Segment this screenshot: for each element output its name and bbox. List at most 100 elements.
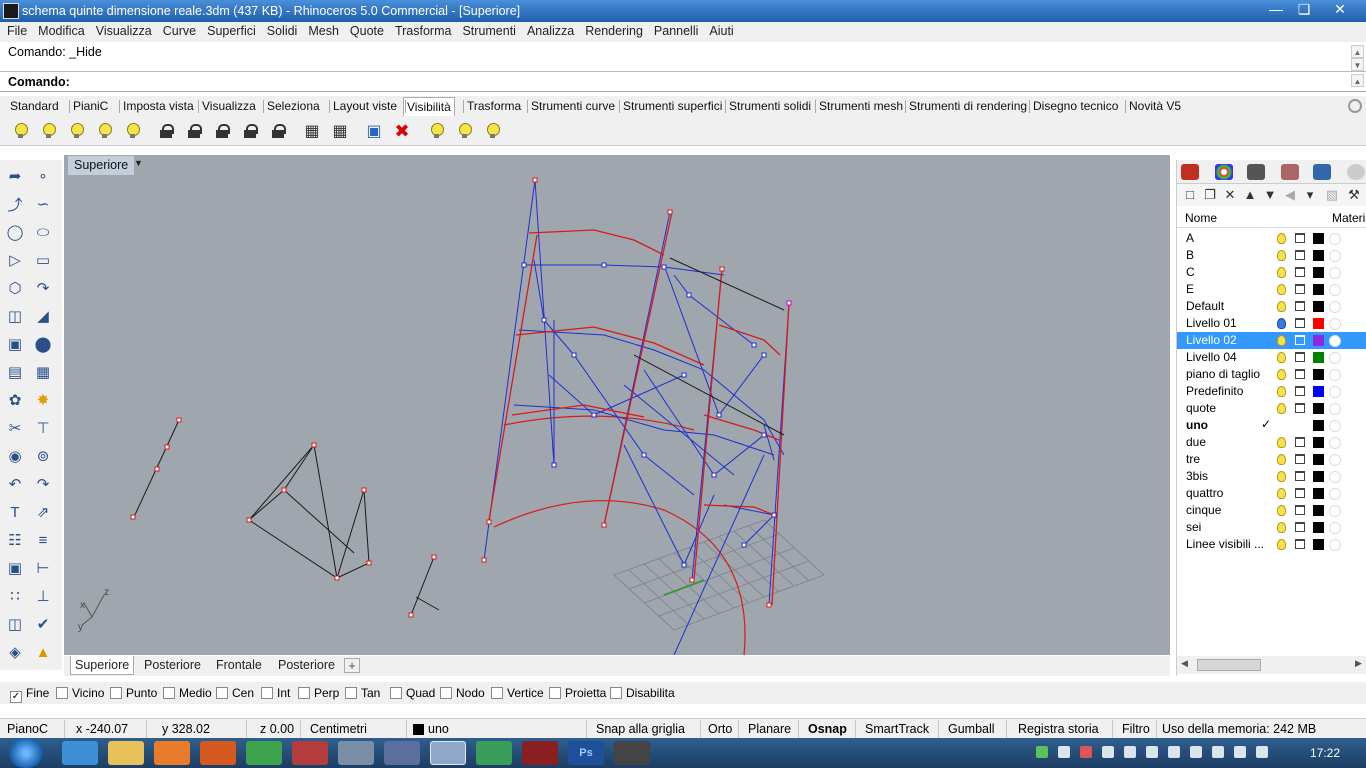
rectangle-tool[interactable]: ▭ <box>31 248 55 272</box>
window-taskbar-icon[interactable] <box>614 741 650 765</box>
layer-row[interactable]: due <box>1177 434 1366 451</box>
scroll-left-icon[interactable]: ◀ <box>1181 658 1188 669</box>
cplane-status[interactable]: PianoC <box>7 722 48 736</box>
wrench-icon[interactable]: ⚒ <box>1347 188 1361 202</box>
autocad-taskbar-icon[interactable] <box>522 741 558 765</box>
osnap-punto[interactable]: Punto <box>110 686 157 700</box>
tray-icon[interactable] <box>1080 746 1092 758</box>
layer-row[interactable]: uno ✓ <box>1177 417 1366 434</box>
layer-visible-bulb-icon[interactable] <box>1277 522 1286 533</box>
toolbar-tab-standard[interactable]: Standard <box>10 99 59 113</box>
bluetooth-icon[interactable] <box>1168 746 1180 758</box>
toolbar-tab-trasforma[interactable]: Trasforma <box>467 99 521 113</box>
toolbar-tab-seleziona[interactable]: Seleziona <box>267 99 320 113</box>
osnap-checkbox[interactable] <box>390 687 402 699</box>
layer-unlocked-icon[interactable] <box>1295 352 1305 362</box>
delete-layer-icon[interactable]: ✕ <box>1223 188 1237 202</box>
layer-unlocked-icon[interactable] <box>1295 335 1305 345</box>
menu-file[interactable]: File <box>0 22 31 38</box>
tray-icon[interactable] <box>1124 746 1136 758</box>
layer-unlocked-icon[interactable] <box>1295 539 1305 549</box>
layer-visible-bulb-icon[interactable] <box>1277 386 1286 397</box>
osnap-checkbox[interactable] <box>549 687 561 699</box>
show-in-detail-button[interactable] <box>452 119 476 143</box>
layer-material-icon[interactable] <box>1329 471 1341 483</box>
maximize-button[interactable]: ❏ <box>1290 0 1318 20</box>
layer-unlocked-icon[interactable] <box>1295 284 1305 294</box>
command-history-scroll-up[interactable]: ▲ <box>1351 45 1364 58</box>
select-points-button[interactable]: ▦ <box>328 119 352 143</box>
layer-visible-bulb-icon[interactable] <box>1277 318 1286 329</box>
layer-material-icon[interactable] <box>1329 488 1341 500</box>
layer-color-swatch[interactable] <box>1313 284 1324 295</box>
osnap-checkbox[interactable] <box>440 687 452 699</box>
layer-row[interactable]: Predefinito <box>1177 383 1366 400</box>
layer-color-swatch[interactable] <box>1313 335 1324 346</box>
layer-unlocked-icon[interactable] <box>1295 454 1305 464</box>
layer-unlocked-icon[interactable] <box>1295 437 1305 447</box>
toolbar-tab-strumenti-di-rendering[interactable]: Strumenti di rendering <box>909 99 1027 113</box>
ortho-toggle[interactable]: Orto <box>708 722 732 736</box>
layer-unlocked-icon[interactable] <box>1295 301 1305 311</box>
render-tool[interactable]: ◈ <box>3 640 27 664</box>
unlock-objects-button[interactable] <box>182 119 206 143</box>
osnap-int[interactable]: Int <box>261 686 290 700</box>
layer-row[interactable]: Livello 01 <box>1177 315 1366 332</box>
array-tool[interactable]: ☷ <box>3 528 27 552</box>
move-down-icon[interactable]: ▼ <box>1263 188 1277 202</box>
lock-points-button[interactable] <box>266 119 290 143</box>
layer-row[interactable]: quote <box>1177 400 1366 417</box>
sphere-tool[interactable]: ⬤ <box>31 332 55 356</box>
layer-unlocked-icon[interactable] <box>1295 369 1305 379</box>
lock-tray-icon[interactable] <box>1058 746 1070 758</box>
osnap-tan[interactable]: Tan <box>345 686 380 700</box>
properties-tab-icon[interactable] <box>1215 164 1233 180</box>
layer-color-swatch[interactable] <box>1313 250 1324 261</box>
clipping-plane-button[interactable]: ▦ <box>300 119 324 143</box>
viewport-tab-posteriore[interactable]: Posteriore <box>144 658 201 672</box>
toolbar-tab-strumenti-superfici[interactable]: Strumenti superfici <box>623 99 722 113</box>
layer-row[interactable]: E <box>1177 281 1366 298</box>
ungroup-tool[interactable]: ⊚ <box>31 444 55 468</box>
lock-swap-button[interactable] <box>238 119 262 143</box>
layer-visible-bulb-icon[interactable] <box>1277 335 1286 346</box>
layer-material-icon[interactable] <box>1329 250 1341 262</box>
layer-row[interactable]: 3bis <box>1177 468 1366 485</box>
osnap-checkbox[interactable] <box>110 687 122 699</box>
layer-horizontal-scrollbar[interactable]: ◀ ▶ <box>1177 656 1366 674</box>
winrar-taskbar-icon[interactable] <box>292 741 328 765</box>
ie-taskbar-icon[interactable] <box>62 741 98 765</box>
osnap-fine[interactable]: ✓ Fine <box>10 686 49 703</box>
notepad-taskbar-icon[interactable] <box>338 741 374 765</box>
column-name[interactable]: Nome <box>1185 211 1217 225</box>
menu-pannelli[interactable]: Pannelli <box>647 22 702 38</box>
layer-color-swatch[interactable] <box>1313 471 1324 482</box>
boolean-tool[interactable]: ✿ <box>3 388 27 412</box>
layer-color-swatch[interactable] <box>1313 454 1324 465</box>
volume-icon[interactable] <box>1234 746 1246 758</box>
app-taskbar-icon[interactable] <box>384 741 420 765</box>
taskbar-clock[interactable]: 17:22 <box>1310 746 1340 760</box>
align-tool[interactable]: ≡ <box>31 528 55 552</box>
osnap-checkbox[interactable] <box>491 687 503 699</box>
layer-row[interactable]: Default <box>1177 298 1366 315</box>
filter-icon[interactable]: ▾ <box>1303 188 1317 202</box>
viewport-top[interactable]: z x y Superiore ▼ <box>64 155 1170 655</box>
dimension-tool[interactable]: ⊢ <box>31 556 55 580</box>
hide-objects-button[interactable] <box>8 119 32 143</box>
hide-in-detail-button[interactable] <box>424 119 448 143</box>
analyze-tool[interactable]: ⊥ <box>31 584 55 608</box>
check-tool[interactable]: ✔ <box>31 612 55 636</box>
layer-color-swatch[interactable] <box>1313 437 1324 448</box>
tray-icon[interactable] <box>1102 746 1114 758</box>
layer-unlocked-icon[interactable] <box>1295 522 1305 532</box>
toolbar-tab-novit-v5[interactable]: Novità V5 <box>1129 99 1181 113</box>
menu-strumenti[interactable]: Strumenti <box>455 22 520 38</box>
layer-row[interactable]: C <box>1177 264 1366 281</box>
layer-material-icon[interactable] <box>1329 403 1341 415</box>
select-arrow-tool[interactable]: ➦ <box>3 164 27 188</box>
cplane-tool[interactable]: ▣ <box>3 556 27 580</box>
layer-color-swatch[interactable] <box>1313 522 1324 533</box>
grid-snap-toggle[interactable]: Snap alla griglia <box>596 722 685 736</box>
layer-material-icon[interactable] <box>1329 505 1341 517</box>
